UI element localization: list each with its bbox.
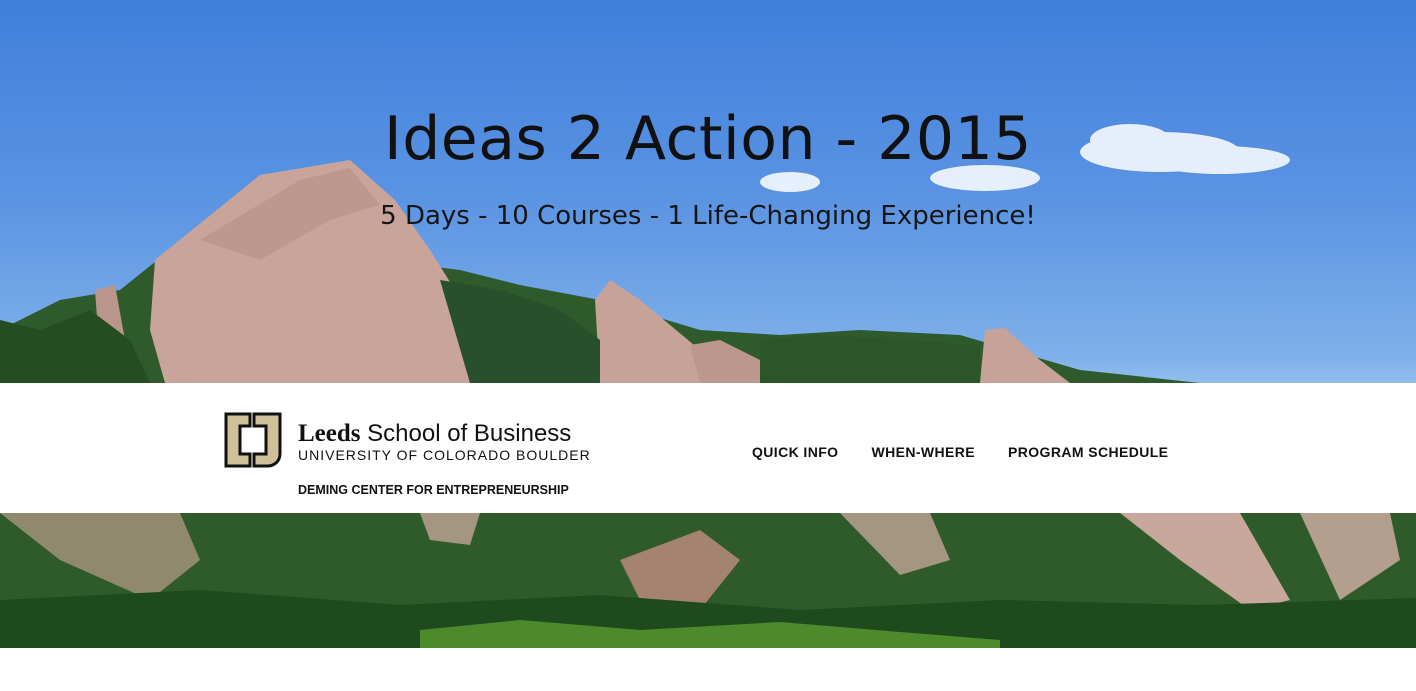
hero-title: Ideas 2 Action - 2015 [384,104,1032,174]
nav-quick-info[interactable]: QUICK INFO [752,444,838,460]
cu-logo-icon [224,412,282,468]
nav-when-where[interactable]: WHEN-WHERE [871,444,975,460]
nav-program-schedule[interactable]: PROGRAM SCHEDULE [1008,444,1168,460]
hero-banner: Ideas 2 Action - 2015 5 Days - 10 Course… [0,0,1416,648]
logo-center-name: DEMING CENTER FOR ENTREPRENEURSHIP [298,483,569,497]
hero-subtitle: 5 Days - 10 Courses - 1 Life-Changing Ex… [380,201,1036,231]
logo-wordmark: Leeds School of Business [298,420,572,447]
header-band [0,383,1416,513]
main-nav: QUICK INFO WHEN-WHERE PROGRAM SCHEDULE [752,444,1168,460]
logo-university: UNIVERSITY OF COLORADO BOULDER [298,447,591,463]
leeds-logo[interactable]: Leeds School of Business UNIVERSITY OF C… [220,404,590,500]
flatirons-background-image [0,124,1416,648]
